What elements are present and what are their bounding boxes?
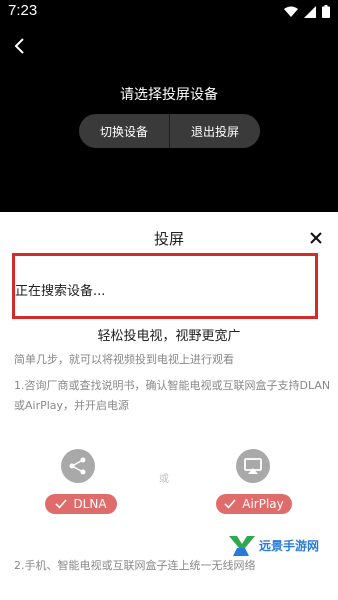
back-icon[interactable] <box>10 36 30 56</box>
dlna-pill[interactable]: DLNA <box>45 494 117 514</box>
sheet-title: 投屏 <box>153 230 184 248</box>
battery-icon <box>322 5 330 18</box>
search-highlight-box: 正在搜索设备... <box>12 253 318 319</box>
searching-text: 正在搜索设备... <box>15 284 106 299</box>
or-text: 或 <box>159 474 169 485</box>
description: 简单几步，就可以将视频投到电视上进行观看 <box>14 353 234 366</box>
watermark: 远景手游网 <box>229 534 319 556</box>
airplay-icon <box>236 449 270 483</box>
dlna-label: DLNA <box>73 497 107 511</box>
switch-device-button[interactable]: 切换设备 <box>79 114 169 148</box>
cast-title: 请选择投屏设备 <box>120 87 218 103</box>
cast-sheet: 投屏 正在搜索设备... 轻松投电视，视野更宽广 简单几步，就可以将视频投到电视… <box>0 212 338 600</box>
exit-cast-button[interactable]: 退出投屏 <box>170 114 260 148</box>
step-2: 2.手机、智能电视或互联网盒子连上统一无线网络 <box>14 559 256 572</box>
watermark-text: 远景手游网 <box>259 538 320 553</box>
signal-icon <box>304 5 316 18</box>
airplay-pill[interactable]: AirPlay <box>216 494 292 514</box>
status-icons <box>284 5 330 18</box>
wifi-icon <box>284 6 298 17</box>
headline: 轻松投电视，视野更宽广 <box>97 329 241 344</box>
watermark-logo-icon <box>229 536 255 556</box>
check-icon <box>55 499 68 509</box>
cast-header: 请选择投屏设备 切换设备 退出投屏 <box>0 24 338 212</box>
check-icon <box>224 499 236 509</box>
airplay-label: AirPlay <box>242 497 284 511</box>
step-1: 1.咨询厂商或查找说明书，确认智能电视或互联网盒子支持DLAN或AirPlay，… <box>14 379 331 412</box>
close-icon[interactable] <box>308 230 324 246</box>
status-time: 7:23 <box>8 2 38 19</box>
dlna-icon <box>61 449 95 483</box>
cast-button-group: 切换设备 退出投屏 <box>79 114 260 148</box>
status-bar: 7:23 <box>0 0 338 24</box>
